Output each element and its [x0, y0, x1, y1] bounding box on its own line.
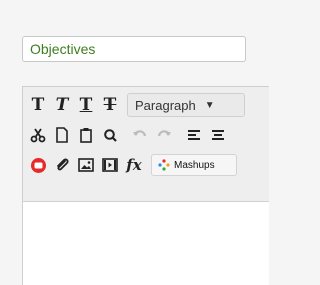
record-button[interactable] [27, 154, 49, 176]
underline-button[interactable]: T [75, 94, 97, 116]
page: T T T T Paragraph ▼ [0, 0, 269, 285]
strikethrough-button[interactable]: T [99, 94, 121, 116]
format-dropdown-value: Paragraph [135, 97, 196, 113]
align-center-button[interactable] [207, 124, 229, 146]
editor-body[interactable] [23, 202, 269, 285]
paste-icon [80, 128, 92, 143]
align-center-icon [212, 130, 224, 140]
media-icon [102, 158, 118, 172]
formula-icon: fx [126, 156, 141, 174]
copy-button[interactable] [51, 124, 73, 146]
bold-icon: T [31, 94, 45, 115]
redo-icon [157, 130, 171, 137]
bold-button[interactable]: T [27, 94, 49, 116]
mashups-button[interactable]: Mashups [151, 154, 237, 176]
toolbar-row-edit [27, 123, 231, 147]
toolbar-row-insert: fx Mashups [27, 153, 237, 177]
italic-button[interactable]: T [51, 94, 73, 116]
redo-button[interactable] [153, 124, 175, 146]
insert-formula-button[interactable]: fx [123, 154, 145, 176]
underline-icon: T [79, 94, 93, 115]
search-icon [103, 128, 117, 142]
cut-button[interactable] [27, 124, 49, 146]
align-left-icon [188, 130, 200, 140]
title-input[interactable] [22, 36, 246, 62]
toolbar-row-formatting: T T T T Paragraph ▼ [27, 93, 245, 117]
format-dropdown[interactable]: Paragraph ▼ [127, 93, 245, 117]
chevron-down-icon: ▼ [204, 99, 215, 111]
content-editor[interactable]: T T T T Paragraph ▼ fx Mashups [22, 86, 269, 285]
paste-button[interactable] [75, 124, 97, 146]
align-left-button[interactable] [183, 124, 205, 146]
insert-image-button[interactable] [75, 154, 97, 176]
insert-media-button[interactable] [99, 154, 121, 176]
strikethrough-icon: T [103, 94, 117, 115]
copy-icon [56, 127, 68, 143]
mashups-label: Mashups [174, 159, 215, 171]
undo-button[interactable] [129, 124, 151, 146]
image-icon [78, 158, 94, 172]
mashups-icon [158, 159, 170, 171]
undo-icon [133, 130, 147, 137]
italic-icon: T [55, 94, 69, 115]
cut-icon [30, 128, 46, 143]
formula-label: fx [126, 156, 142, 174]
editor-toolbar: T T T T Paragraph ▼ fx Mashups [23, 87, 269, 202]
record-icon [30, 157, 46, 173]
attach-file-button[interactable] [51, 154, 73, 176]
find-button[interactable] [99, 124, 121, 146]
paperclip-icon [57, 158, 69, 171]
